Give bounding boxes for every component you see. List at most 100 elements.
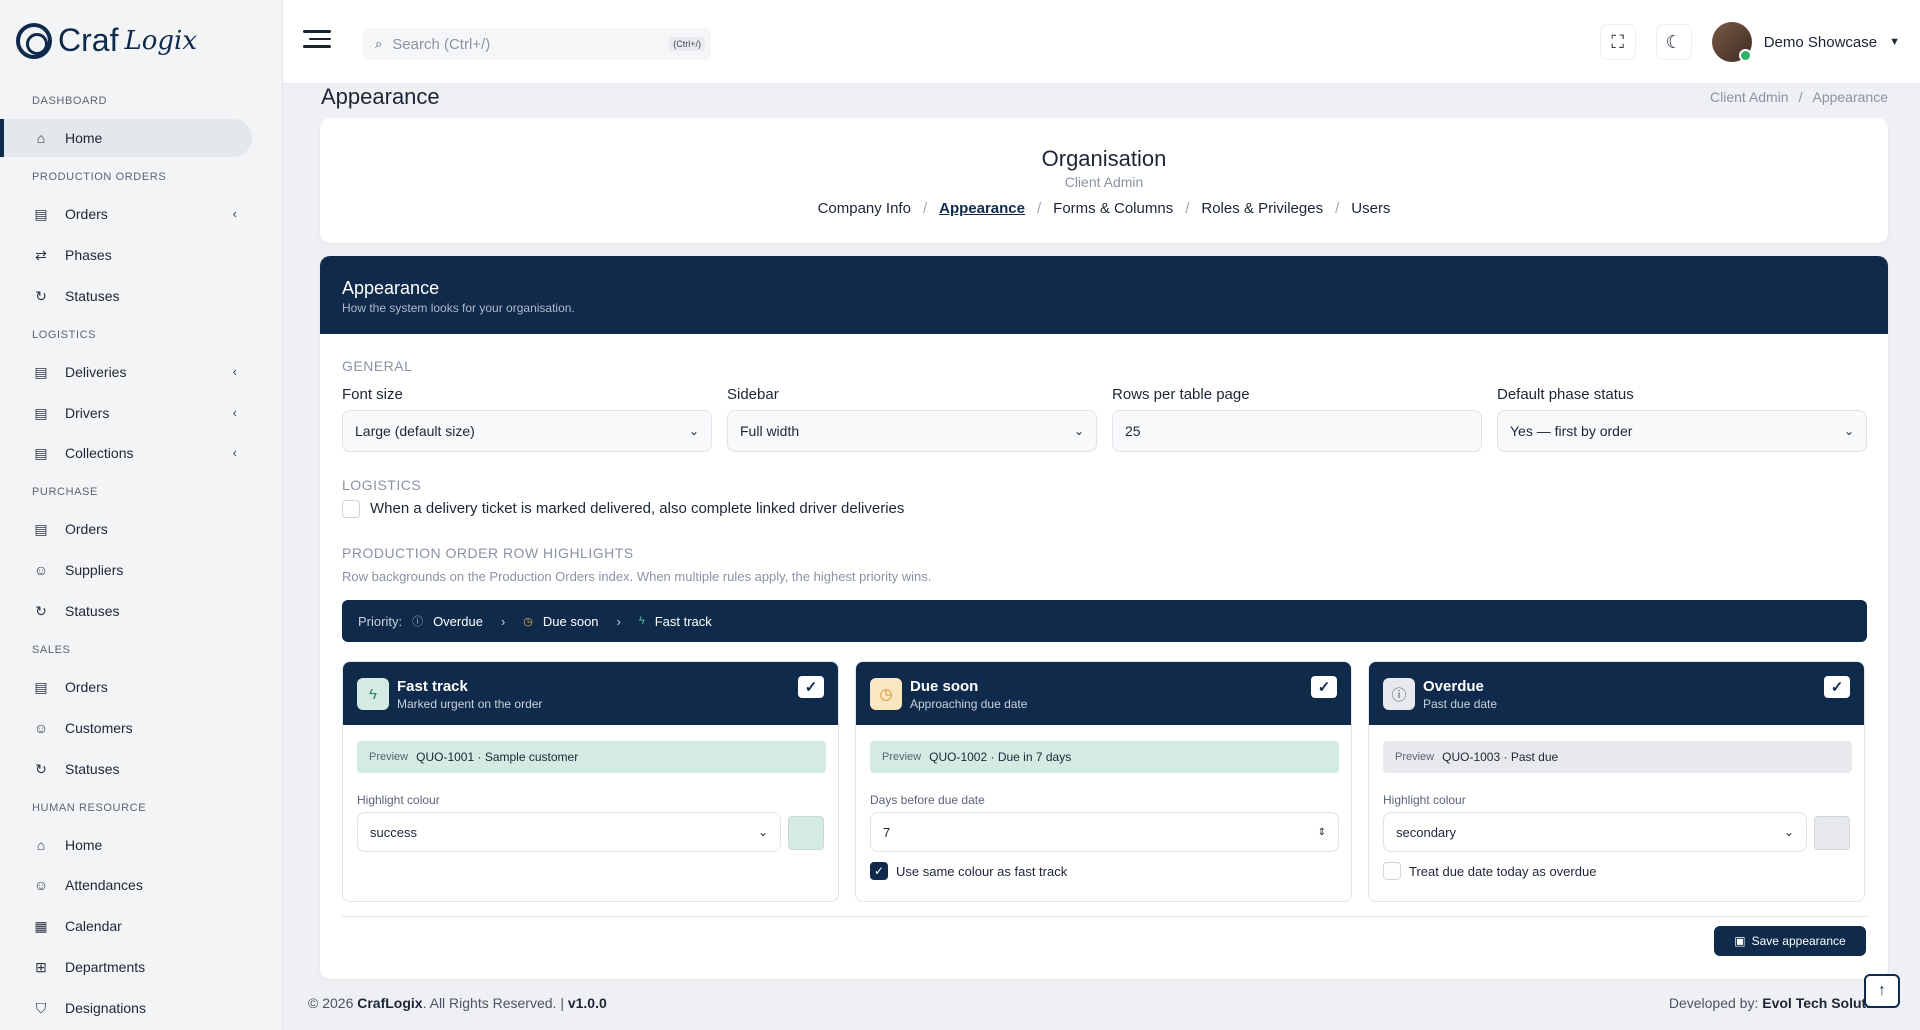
sidebar-item-deliveries[interactable]: ▤ Deliveries ‹ [0,353,252,391]
overdue-colour-select[interactable]: secondary ⌄ [1383,812,1807,852]
breadcrumb-separator: / [1798,89,1803,105]
tab-appearance[interactable]: Appearance [939,200,1025,217]
sidebar-item-home[interactable]: ⌂ Home [0,119,252,157]
search-icon: ⌕ [375,36,383,51]
refresh-icon: ↻ [35,602,47,619]
due-soon-preview: Preview QUO-1002 · Due in 7 days [870,741,1339,773]
chevron-down-icon: ▼ [1889,36,1900,48]
save-appearance-button[interactable]: ▣ Save appearance [1714,926,1866,956]
sidebar-item-customers[interactable]: ☺ Customers [0,709,252,747]
appearance-panel: Appearance How the system looks for your… [320,256,1888,979]
rows-per-page-label: Rows per table page [1112,386,1250,403]
document-icon: ▤ [34,404,48,421]
document-icon: ▤ [34,363,48,380]
topbar-actions: ⛶ ☾ Demo Showcase ▼ [1599,22,1900,62]
tab-separator: / [1335,200,1340,217]
org-subtitle: Client Admin [1064,174,1144,190]
sidebar-item-drivers[interactable]: ▤ Drivers ‹ [0,394,252,432]
gear-logo-icon [16,22,52,59]
alert-icon: ⓘ [412,616,424,628]
card-subtitle: Approaching due date [910,697,1028,711]
sidebar-item-purchase-orders[interactable]: ▤ Orders [0,510,252,548]
row-highlights-description: Row backgrounds on the Production Orders… [342,569,932,584]
sidebar-item-purchase-statuses[interactable]: ↻ Statuses [0,592,252,630]
sidebar-item-phases[interactable]: ⇄ Phases [0,236,252,274]
chevron-left-icon: ‹ [232,445,237,460]
fast-track-colour-select[interactable]: success ⌄ [357,812,781,852]
priority-item: Due soon [542,613,599,629]
sidebar-item-sales-statuses[interactable]: ↻ Statuses [0,750,252,788]
due-soon-enabled-checkbox[interactable]: ✓ [1311,676,1337,698]
copyright: © 2026 CrafLogix. All Rights Reserved. |… [308,995,607,1011]
use-same-colour-checkbox[interactable]: ✓ [870,862,888,880]
fullscreen-icon[interactable]: ⛶ [1599,24,1636,60]
chevron-down-icon: ⌄ [1843,424,1854,438]
colour-swatch [1814,816,1850,850]
page-title: Appearance [321,84,440,109]
chevron-down-icon: ⌄ [688,424,699,438]
fast-track-enabled-checkbox[interactable]: ✓ [798,676,824,698]
priority-item: Fast track [654,613,712,629]
sidebar-item-suppliers[interactable]: ☺ Suppliers [0,551,252,589]
refresh-icon: ↻ [35,287,47,304]
tab-company-info[interactable]: Company Info [818,200,911,217]
moon-icon[interactable]: ☾ [1655,24,1692,60]
shield-icon: ⛉ [35,999,47,1016]
sidebar-item-attendances[interactable]: ☺ Attendances [0,866,252,904]
tab-forms-columns[interactable]: Forms & Columns [1053,200,1173,217]
repeat-icon: ⇄ [35,246,47,263]
brand-logo[interactable]: Craf Logix [16,22,197,59]
rows-per-page-input[interactable]: 25 [1112,410,1482,452]
nav-section-production-orders: PRODUCTION ORDERS [32,171,167,183]
stepper-icon[interactable]: ⇕ [1318,827,1326,838]
home-icon: ⌂ [36,837,46,853]
breadcrumb-item: Appearance [1812,89,1888,105]
save-icon: ▣ [1734,934,1746,948]
sidebar-item-production-orders[interactable]: ▤ Orders ‹ [0,195,252,233]
sidebar-select[interactable]: Full width ⌄ [727,410,1097,452]
card-header: ◷ Due soon Approaching due date ✓ [856,662,1351,725]
priority-label: Priority: [358,613,403,629]
fast-track-preview: Preview QUO-1001 · Sample customer [357,741,826,773]
user-check-icon: ☺ [33,877,49,893]
brand-script: Logix [124,25,197,56]
sidebar-item-hr-home[interactable]: ⌂ Home [0,826,252,864]
chevron-down-icon: ⌄ [757,825,768,839]
sidebar-item-calendar[interactable]: ▦ Calendar [0,907,252,945]
font-size-label: Font size [342,386,403,403]
sidebar-item-designations[interactable]: ⛉ Designations [0,989,252,1027]
menu-toggle-icon[interactable] [303,30,331,53]
highlight-colour-label: Highlight colour [1383,793,1466,807]
chevron-down-icon: ⌄ [1783,825,1794,839]
breadcrumb-item[interactable]: Client Admin [1710,89,1789,105]
tab-users[interactable]: Users [1351,200,1390,217]
home-icon: ⌂ [36,130,46,146]
user-icon: ☺ [33,720,49,736]
scroll-to-top-button[interactable]: ↑ [1864,974,1900,1008]
days-before-input[interactable]: 7 ⇕ [870,812,1339,852]
complete-driver-deliveries-checkbox[interactable] [342,500,360,518]
chevron-left-icon: ‹ [232,206,237,221]
user-icon: ☺ [33,562,49,578]
sidebar-item-production-statuses[interactable]: ↻ Statuses [0,277,252,315]
search-input[interactable]: ⌕ Search (Ctrl+/) (Ctrl+/) [363,28,711,60]
sidebar-item-collections[interactable]: ▤ Collections ‹ [0,434,252,472]
default-phase-select[interactable]: Yes — first by order ⌄ [1497,410,1867,452]
search-placeholder: Search (Ctrl+/) [392,35,491,53]
user-menu[interactable]: Demo Showcase ▼ [1711,22,1900,62]
due-soon-card: ◷ Due soon Approaching due date ✓ Previe… [855,661,1352,902]
sidebar-item-departments[interactable]: ⊞ Departments [0,948,252,986]
tab-roles-privileges[interactable]: Roles & Privileges [1201,200,1323,217]
priority-bar: Priority: ⓘ Overdue › ◷ Due soon › ϟ Fas… [342,600,1867,642]
breadcrumb: Client Admin / Appearance [1710,89,1888,105]
overdue-enabled-checkbox[interactable]: ✓ [1824,676,1850,698]
treat-today-overdue-checkbox[interactable] [1383,862,1401,880]
colour-swatch [788,816,824,850]
sidebar-item-sales-orders[interactable]: ▤ Orders [0,668,252,706]
font-size-select[interactable]: Large (default size) ⌄ [342,410,712,452]
nav-section-human-resource: HUMAN RESOURCE [32,802,147,814]
card-title: Due soon [910,678,979,695]
tab-separator: / [922,200,928,217]
complete-driver-deliveries-label: When a delivery ticket is marked deliver… [370,500,905,517]
card-header: ⓘ Overdue Past due date ✓ [1369,662,1864,725]
